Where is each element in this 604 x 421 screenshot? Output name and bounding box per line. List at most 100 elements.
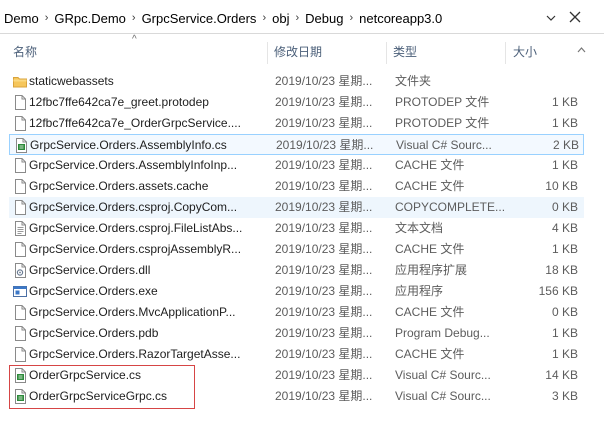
file-name: 12fbc7ffe642ca7e_OrderGrpcService.... — [29, 116, 241, 130]
breadcrumb-separator-icon[interactable]: › — [127, 12, 141, 24]
file-type: 文件夹 — [395, 74, 432, 88]
file-name: GrpcService.Orders.pdb — [29, 326, 159, 340]
column-header-name[interactable]: 名称 — [9, 36, 267, 68]
file-name: GrpcService.Orders.MvcApplicationP... — [29, 305, 236, 319]
blank-file-icon — [15, 95, 26, 110]
file-type: Visual C# Sourc... — [396, 138, 492, 152]
file-date: 2019/10/23 星期... — [275, 284, 373, 298]
file-type: PROTODEP 文件 — [395, 95, 490, 109]
file-size: 156 KB — [538, 284, 578, 298]
breadcrumb-item-demo[interactable]: Demo — [3, 11, 40, 26]
breadcrumb-separator-icon[interactable]: › — [344, 12, 358, 24]
address-bar[interactable]: Demo › GRpc.Demo › GrpcService.Orders › … — [0, 0, 604, 34]
breadcrumb-separator-icon[interactable]: › — [257, 12, 271, 24]
file-row[interactable]: GrpcService.Orders.csprojAssemblyR... 20… — [9, 239, 584, 260]
blank-file-icon — [15, 326, 26, 341]
file-row[interactable]: GrpcService.Orders.exe 2019/10/23 星期... … — [9, 281, 584, 302]
breadcrumb-item-obj[interactable]: obj — [271, 11, 290, 26]
file-type: CACHE 文件 — [395, 305, 465, 319]
file-date: 2019/10/23 星期... — [275, 263, 373, 277]
address-history-dropdown[interactable] — [542, 9, 560, 27]
file-date: 2019/10/23 星期... — [275, 158, 373, 172]
file-row[interactable]: GrpcService.Orders.pdb 2019/10/23 星期... … — [9, 323, 584, 344]
highlight-annotation-box — [9, 365, 195, 409]
breadcrumb-item-debug[interactable]: Debug — [304, 11, 344, 26]
file-size: 1 KB — [551, 116, 578, 130]
column-header-type[interactable]: 类型 — [389, 36, 505, 68]
file-date: 2019/10/23 星期... — [275, 221, 373, 235]
file-row-selected[interactable]: GrpcService.Orders.AssemblyInfo.cs 2019/… — [9, 134, 584, 155]
blank-file-icon — [15, 347, 26, 362]
file-size: 0 KB — [551, 305, 578, 319]
file-row[interactable]: GrpcService.Orders.dll 2019/10/23 星期... … — [9, 260, 584, 281]
breadcrumb-separator-icon[interactable]: › — [40, 12, 54, 24]
blank-file-icon — [15, 242, 26, 257]
blank-file-icon — [15, 305, 26, 320]
file-row[interactable]: GrpcService.Orders.assets.cache 2019/10/… — [9, 176, 584, 197]
column-divider[interactable] — [267, 42, 268, 64]
file-type: 应用程序扩展 — [395, 263, 468, 277]
file-size: 1 KB — [551, 242, 578, 256]
file-name: staticwebassets — [29, 74, 114, 88]
file-row-hover[interactable]: GrpcService.Orders.csproj.CopyCom... 201… — [9, 197, 584, 218]
file-type: CACHE 文件 — [395, 158, 465, 172]
blank-file-icon — [15, 158, 26, 173]
blank-file-icon — [15, 116, 26, 131]
file-date: 2019/10/23 星期... — [275, 74, 373, 88]
file-name: GrpcService.Orders.assets.cache — [29, 179, 209, 193]
column-header-row: ^ 名称 修改日期 类型 大小 — [0, 34, 604, 68]
file-name: GrpcService.Orders.csprojAssemblyR... — [29, 242, 242, 256]
file-size: 0 KB — [551, 200, 578, 214]
file-date: 2019/10/23 星期... — [275, 179, 373, 193]
file-name: GrpcService.Orders.dll — [29, 263, 151, 277]
file-size: 10 KB — [545, 179, 578, 193]
column-divider[interactable] — [505, 42, 506, 64]
file-size: 1 KB — [551, 95, 578, 109]
file-size: 1 KB — [551, 326, 578, 340]
file-row[interactable]: GrpcService.Orders.RazorTargetAsse... 20… — [9, 344, 584, 365]
file-name: GrpcService.Orders.AssemblyInfo.cs — [30, 138, 227, 152]
file-row[interactable]: 12fbc7ffe642ca7e_OrderGrpcService.... 20… — [9, 113, 584, 134]
file-type: PROTODEP 文件 — [395, 116, 490, 130]
file-name: GrpcService.Orders.AssemblyInfoInp... — [29, 158, 238, 172]
text-file-icon — [15, 221, 26, 236]
file-row[interactable]: GrpcService.Orders.MvcApplicationP... 20… — [9, 302, 584, 323]
file-date: 2019/10/23 星期... — [275, 200, 373, 214]
file-type: COPYCOMPLETE... — [395, 200, 506, 214]
header-scroll-up-icon[interactable] — [577, 42, 586, 56]
file-size: 2 KB — [552, 138, 579, 152]
breadcrumb-item-grpc-demo[interactable]: GRpc.Demo — [53, 11, 127, 26]
file-date: 2019/10/23 星期... — [275, 347, 373, 361]
column-divider[interactable] — [386, 42, 387, 64]
breadcrumb-item-netcoreapp[interactable]: netcoreapp3.0 — [358, 11, 443, 26]
file-type: CACHE 文件 — [395, 347, 465, 361]
file-type: Program Debug... — [395, 326, 490, 340]
file-date: 2019/10/23 星期... — [275, 242, 373, 256]
file-type: Visual C# Sourc... — [395, 389, 491, 403]
dll-file-icon — [15, 263, 26, 278]
file-type: 文本文档 — [395, 221, 444, 235]
file-size — [509, 71, 581, 92]
file-size: 14 KB — [545, 368, 578, 382]
file-date: 2019/10/23 星期... — [275, 95, 373, 109]
file-date: 2019/10/23 星期... — [275, 116, 373, 130]
chevron-down-icon — [546, 15, 556, 21]
breadcrumb-separator-icon[interactable]: › — [290, 12, 304, 24]
file-size: 1 KB — [551, 347, 578, 361]
column-header-date[interactable]: 修改日期 — [270, 36, 386, 68]
file-name: GrpcService.Orders.csproj.CopyCom... — [29, 200, 238, 214]
file-row[interactable]: GrpcService.Orders.AssemblyInfoInp... 20… — [9, 155, 584, 176]
file-row[interactable]: 12fbc7ffe642ca7e_greet.protodep 2019/10/… — [9, 92, 584, 113]
file-date: 2019/10/23 星期... — [276, 138, 374, 152]
file-type: 应用程序 — [395, 284, 444, 298]
clear-address-button[interactable] — [566, 8, 584, 26]
breadcrumb-item-grpcservice-orders[interactable]: GrpcService.Orders — [141, 11, 258, 26]
file-date: 2019/10/23 星期... — [275, 305, 373, 319]
breadcrumb: Demo › GRpc.Demo › GrpcService.Orders › … — [3, 9, 443, 27]
column-header-size[interactable]: 大小 — [509, 36, 583, 68]
file-date: 2019/10/23 星期... — [275, 326, 373, 340]
file-row[interactable]: GrpcService.Orders.csproj.FileListAbs...… — [9, 218, 584, 239]
file-type: Visual C# Sourc... — [395, 368, 491, 382]
file-row[interactable]: staticwebassets 2019/10/23 星期... 文件夹 — [9, 71, 584, 92]
folder-icon — [13, 77, 27, 88]
